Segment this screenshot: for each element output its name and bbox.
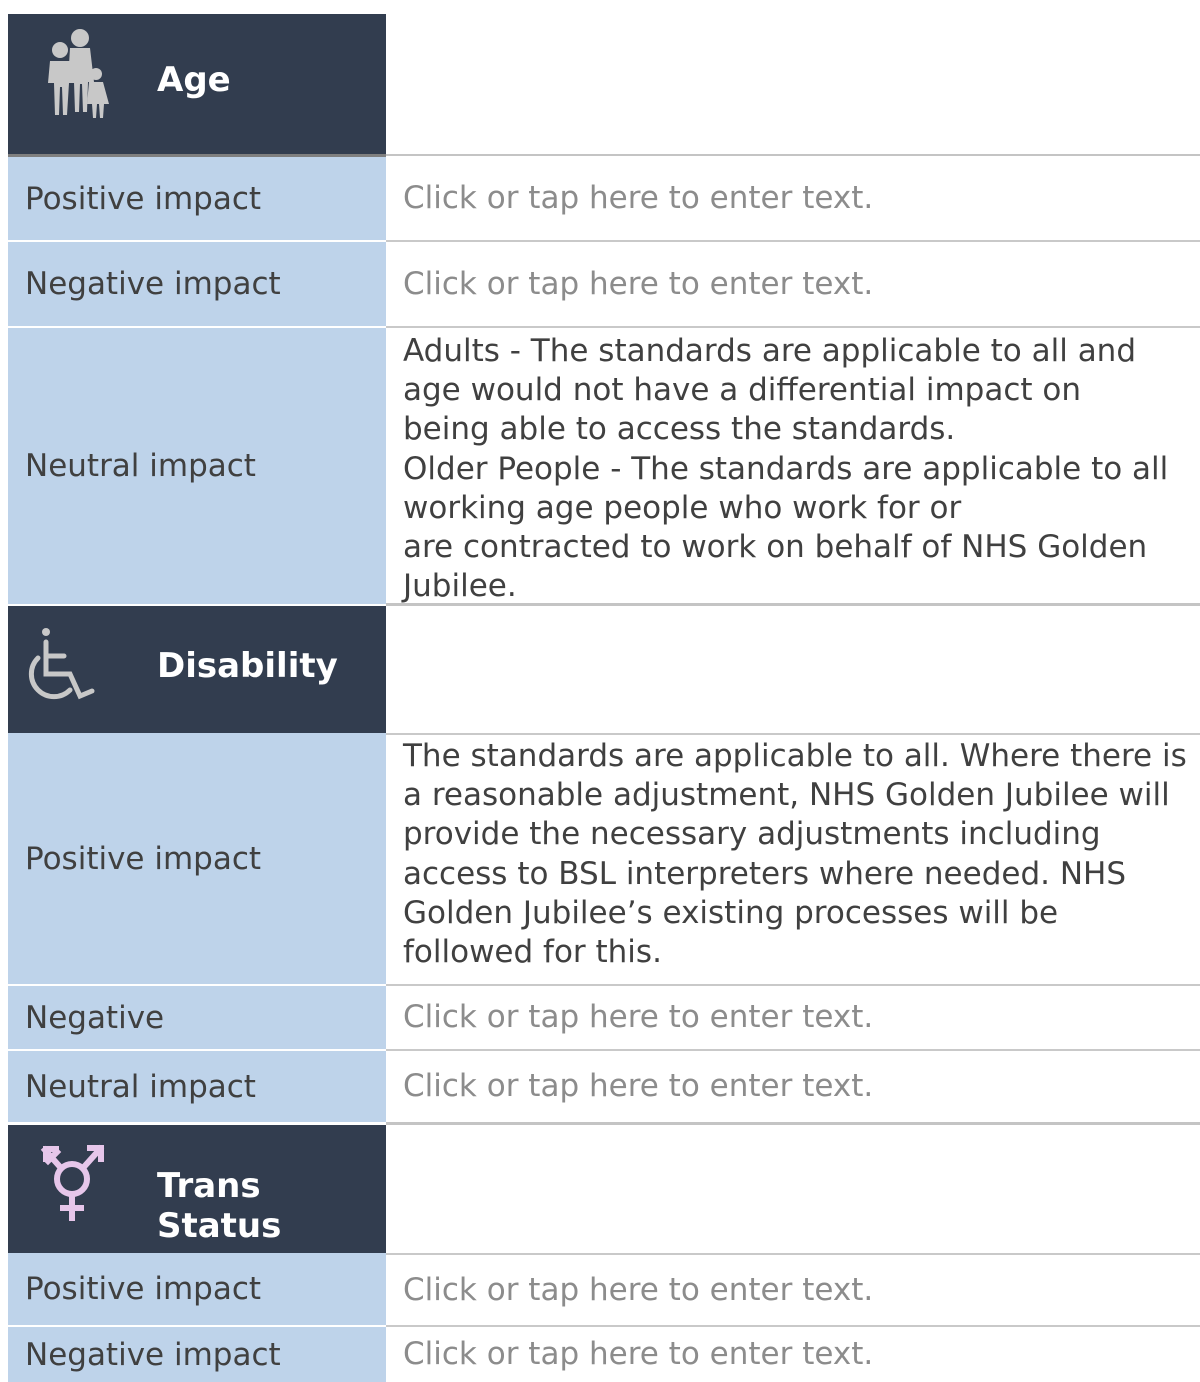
text-line: The standards are applicable to all. Whe… (403, 738, 1187, 774)
text-line: access to BSL interpreters where needed.… (403, 855, 1127, 892)
text-entry-field[interactable]: Adults - The standards are applicable to… (386, 328, 1200, 604)
text-entry-field[interactable]: Click or tap here to enter text. (386, 1253, 1200, 1327)
text-line: are contracted to work on behalf of NHS … (403, 529, 1148, 566)
trans-row-positive: Positive impact Click or tap here to ent… (8, 1253, 1200, 1327)
trans-header-cell: Trans Status (8, 1125, 386, 1253)
row-label: Negative impact (8, 242, 386, 328)
family-icon (38, 28, 118, 127)
text-entry-field[interactable]: Click or tap here to enter text. (386, 1051, 1200, 1122)
text-entry-field[interactable]: Click or tap here to enter text. (386, 157, 1200, 242)
row-label: Negative (8, 986, 386, 1051)
text-line: Older People - The standards are applica… (403, 450, 1169, 487)
row-label: Neutral impact (8, 328, 386, 604)
text-entry-field[interactable]: Click or tap here to enter text. (386, 986, 1200, 1051)
row-label: Neutral impact (8, 1051, 386, 1122)
wheelchair-icon (24, 624, 100, 710)
text-entry-field[interactable]: Click or tap here to enter text. (386, 242, 1200, 328)
age-row-neutral: Neutral impact Adults - The standards ar… (8, 328, 1200, 604)
age-title: Age (157, 60, 231, 100)
text-line: followed for this. (403, 934, 662, 971)
trans-title: Trans Status (157, 1166, 282, 1246)
disability-header-blank (386, 606, 1200, 733)
disability-header-cell: Disability (8, 606, 386, 733)
transgender-symbol-icon (38, 1141, 114, 1227)
row-label: Positive impact (8, 157, 386, 242)
text-line: working age people who work for or (403, 489, 962, 526)
disability-row-neutral: Neutral impact Click or tap here to ente… (8, 1051, 1200, 1122)
disability-header-row: Disability (8, 606, 1200, 733)
text-entry-field[interactable]: Click or tap here to enter text. (386, 1327, 1200, 1382)
row-label: Positive impact (8, 1253, 386, 1327)
text-line: being able to access the standards. (403, 411, 956, 448)
text-line: a reasonable adjustment, NHS Golden Jubi… (403, 777, 1170, 814)
disability-row-positive: Positive impact The standards are applic… (8, 733, 1200, 986)
disability-row-negative: Negative Click or tap here to enter text… (8, 986, 1200, 1051)
text-line: age would not have a differential impact… (403, 372, 1081, 409)
age-row-positive: Positive impact Click or tap here to ent… (8, 157, 1200, 242)
age-header-row: Age (8, 14, 1200, 156)
age-header-blank (386, 14, 1200, 156)
trans-row-negative: Negative impact Click or tap here to ent… (8, 1327, 1200, 1382)
row-label: Positive impact (8, 733, 386, 986)
disability-title: Disability (157, 646, 338, 686)
text-line: Golden Jubilee’s existing processes will… (403, 894, 1059, 931)
trans-header-blank (386, 1125, 1200, 1253)
age-row-negative: Negative impact Click or tap here to ent… (8, 242, 1200, 328)
age-header-cell: Age (8, 14, 386, 156)
trans-header-row: Trans Status (8, 1125, 1200, 1253)
text-line: Jubilee. (403, 568, 517, 605)
row-label: Negative impact (8, 1327, 386, 1382)
text-entry-field[interactable]: The standards are applicable to all. Whe… (386, 733, 1200, 986)
text-line: provide the necessary adjustments includ… (403, 816, 1101, 853)
text-line: Adults - The standards are applicable to… (403, 333, 1137, 369)
